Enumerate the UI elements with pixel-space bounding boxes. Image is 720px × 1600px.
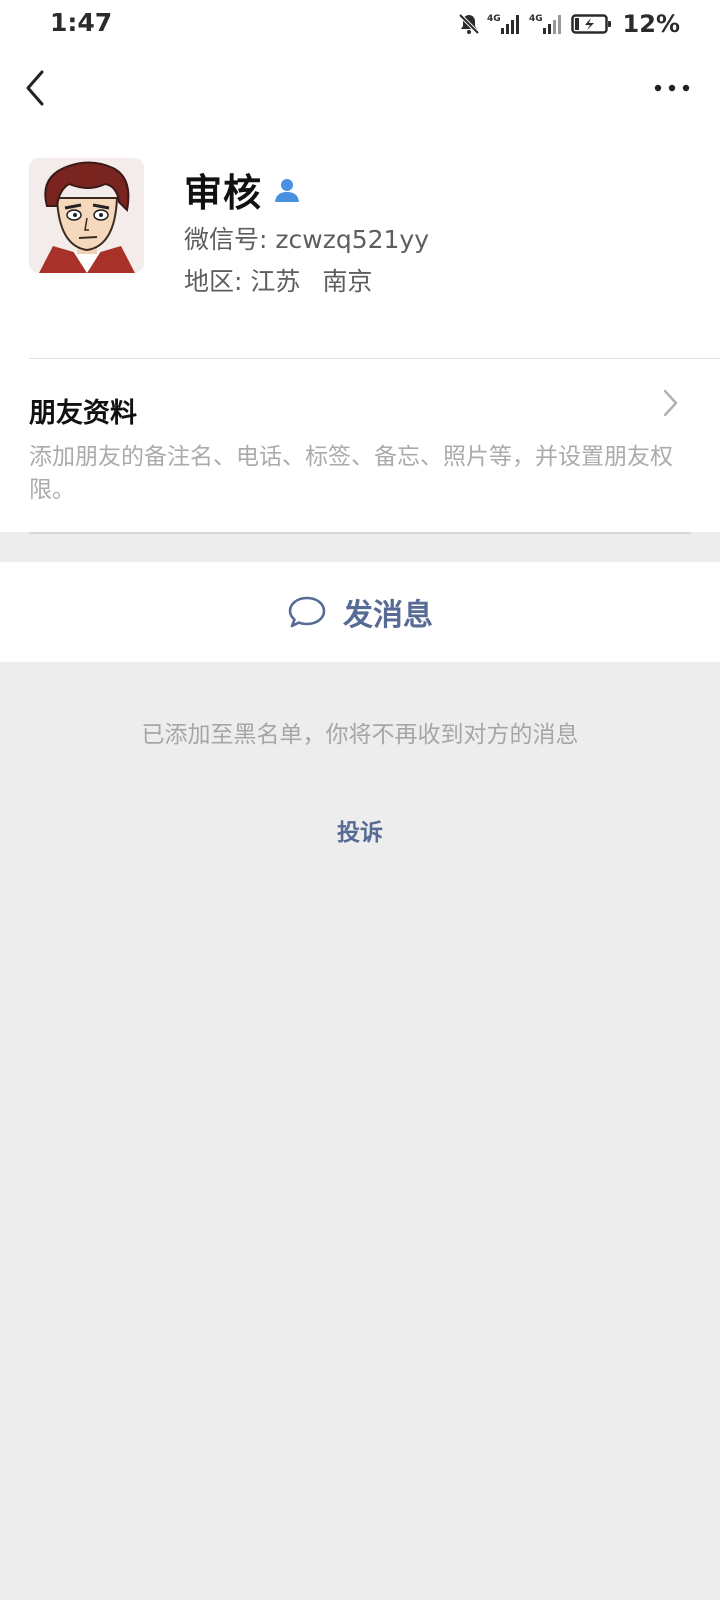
wechat-id-line: 微信号: zcwzq521yy: [184, 220, 429, 256]
mute-bell-icon: [458, 13, 479, 35]
contact-profile-page: 1:47 4G 4G 12% 审核 微信号: zcwzq521yy 地区: 江苏…: [0, 0, 720, 1600]
status-bar: 1:47 4G 4G 12%: [0, 0, 720, 48]
wechat-id-value: zcwzq521yy: [275, 225, 430, 254]
status-icons: 4G 4G 12%: [457, 10, 680, 38]
wechat-id-label: 微信号:: [184, 225, 268, 254]
svg-text:4G: 4G: [529, 14, 543, 24]
signal-4g-icon: 4G: [487, 14, 519, 34]
region-city: 南京: [322, 267, 373, 296]
blacklist-notice: 已添加至黑名单，你将不再收到对方的消息: [141, 722, 579, 748]
avatar[interactable]: [29, 158, 144, 273]
cartoon-avatar-icon: [29, 158, 144, 273]
more-options-icon[interactable]: [652, 76, 692, 100]
friend-info-description: 添加朋友的备注名、电话、标签、备忘、照片等，并设置朋友权限。: [29, 444, 673, 503]
profile-name: 审核: [184, 171, 263, 215]
region-line: 地区: 江苏 南京: [184, 262, 372, 298]
svg-text:4G: 4G: [487, 14, 501, 24]
battery-charging-icon: [570, 14, 611, 34]
contact-person-icon: [275, 178, 300, 202]
friend-info-row[interactable]: 朋友资料 添加朋友的备注名、电话、标签、备忘、照片等，并设置朋友权限。: [0, 359, 720, 531]
send-message-button[interactable]: 发消息: [0, 562, 720, 662]
region-label: 地区:: [184, 267, 243, 296]
divider: [29, 532, 691, 534]
region-province: 江苏: [250, 267, 301, 296]
send-message-label: 发消息: [343, 598, 433, 633]
status-time: 1:47: [50, 8, 113, 37]
back-arrow-icon[interactable]: [20, 68, 54, 108]
complaint-link-row: 投诉: [0, 813, 720, 847]
chevron-right-icon: [663, 389, 678, 417]
profile-name-row: 审核: [184, 162, 302, 217]
signal-4g-secondary-icon: 4G: [529, 14, 561, 34]
friend-info-title: 朋友资料: [29, 398, 137, 429]
complaint-link[interactable]: 投诉: [337, 820, 383, 846]
chat-bubble-icon: [288, 596, 326, 628]
battery-percent: 12%: [622, 10, 680, 38]
